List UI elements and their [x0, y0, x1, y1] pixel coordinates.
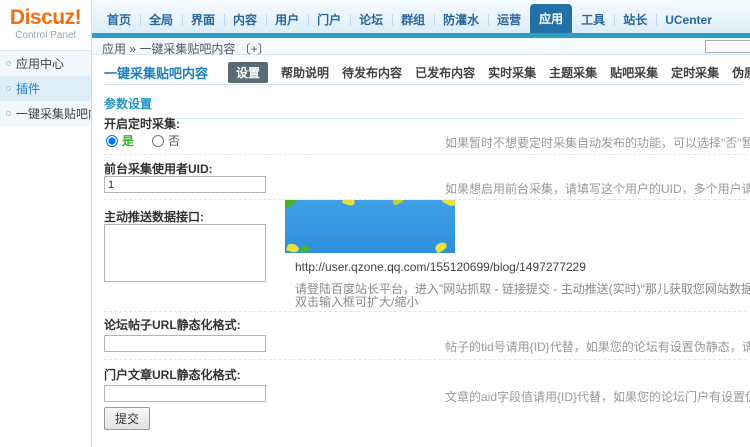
title-row: 一键采集贴吧内容 设置 帮助说明 待发布内容 已发布内容 实时采集 主题采集 贴…	[104, 61, 742, 85]
sidebar-item-label: 一键采集贴吧内容	[16, 105, 91, 122]
tab-bar: 设置 帮助说明 待发布内容 已发布内容 实时采集 主题采集 贴吧采集 定时采集 …	[228, 62, 750, 83]
leaf-icon	[342, 200, 356, 207]
page-title: 一键采集贴吧内容	[104, 63, 208, 82]
field-label: 论坛帖子URL静态化格式:	[104, 316, 241, 333]
sidebar-item-plugins[interactable]: 插件	[0, 76, 91, 101]
sidebar-menu: 应用中心 插件 一键采集贴吧内容	[0, 50, 91, 126]
top-nav: 首页 全局 界面 内容 用户 门户 论坛 群组 防灌水 运营 应用 工具 站长 …	[92, 0, 750, 33]
form-row-uid: 前台采集使用者UID: 如果想启用前台采集，请填写这个用户的UID，多个用户请用…	[104, 155, 746, 200]
nav-item-forum[interactable]: 论坛	[350, 6, 392, 33]
nav-item-antispam[interactable]: 防灌水	[434, 6, 488, 33]
field-label: 门户文章URL静态化格式:	[104, 366, 241, 383]
discuz-admin-page: 首页 全局 界面 内容 用户 门户 论坛 群组 防灌水 运营 应用 工具 站长 …	[0, 0, 750, 447]
leaf-icon	[392, 200, 403, 205]
brand-logo: Discuz!	[0, 7, 91, 28]
radio-yes[interactable]	[106, 135, 118, 147]
tab-settings[interactable]: 设置	[228, 62, 268, 83]
nav-item-ucenter[interactable]: UCenter	[656, 6, 721, 33]
sidebar-item-tieba-collector[interactable]: 一键采集贴吧内容	[0, 101, 91, 126]
nav-item-content[interactable]: 内容	[224, 6, 266, 33]
field-help: 如果暂时不想要定时采集自动发布的功能，可以选择"否"暂停掉。	[445, 134, 750, 151]
search-input[interactable]	[705, 40, 750, 53]
radio-group: 是 否	[106, 132, 180, 149]
sidebar-item-app-center[interactable]: 应用中心	[0, 51, 91, 76]
nav-item-tools[interactable]: 工具	[572, 6, 614, 33]
main-content: 一键采集贴吧内容 设置 帮助说明 待发布内容 已发布内容 实时采集 主题采集 贴…	[92, 55, 750, 447]
tab-pending-content[interactable]: 待发布内容	[342, 64, 402, 81]
tab-realtime-collect[interactable]: 实时采集	[488, 64, 536, 81]
thread-url-input[interactable]	[104, 335, 266, 352]
breadcrumb-bar: 应用 » 一键采集贴吧内容 〔+〕	[92, 38, 750, 55]
push-note-2: 双击输入框可扩大/缩小	[295, 293, 418, 310]
tab-help[interactable]: 帮助说明	[281, 64, 329, 81]
leaf-icon	[442, 200, 455, 208]
form-row-push: 主动推送数据接口: http://user.qzone.qq.com/15512…	[104, 200, 746, 312]
nav-item-group[interactable]: 群组	[392, 6, 434, 33]
bullet-icon	[6, 86, 11, 91]
form-row-thread-url: 论坛帖子URL静态化格式: 帖子的tid号请用{ID}代替，如果您的论坛有设置伪…	[104, 312, 746, 360]
form-row-portal-url: 门户文章URL静态化格式: 文章的aid字段值请用{ID}代替，如果您的论坛门户…	[104, 360, 746, 406]
submit-button[interactable]: 提交	[104, 407, 150, 430]
field-help: 文章的aid字段值请用{ID}代替，如果您的论坛门户有设置伪静态，请设置此项，默…	[445, 388, 750, 405]
nav-item-interface[interactable]: 界面	[182, 6, 224, 33]
brand-subtitle: Control Panel	[0, 30, 91, 41]
field-label: 主动推送数据接口:	[104, 208, 204, 225]
tab-scheduled-collect[interactable]: 定时采集	[671, 64, 719, 81]
radio-yes-label[interactable]: 是	[122, 132, 134, 149]
logo: Discuz! Control Panel	[0, 0, 91, 41]
portal-url-input[interactable]	[104, 385, 266, 402]
field-label: 前台采集使用者UID:	[104, 160, 213, 177]
radio-no[interactable]	[152, 135, 164, 147]
push-example-url[interactable]: http://user.qzone.qq.com/155120699/blog/…	[295, 260, 586, 274]
sidebar-item-label: 插件	[16, 80, 40, 97]
tab-pseudo-original[interactable]: 伪原创	[732, 64, 750, 81]
nav-item-operation[interactable]: 运营	[488, 6, 530, 33]
field-help: 如果想启用前台采集，请填写这个用户的UID，多个用户请用英文逗号分隔，如：1,2…	[445, 180, 750, 197]
field-label: 开启定时采集:	[104, 115, 180, 132]
tab-thread-collect[interactable]: 主题采集	[549, 64, 597, 81]
bullet-icon	[6, 111, 11, 116]
bullet-icon	[6, 61, 11, 66]
promo-banner-image[interactable]	[285, 200, 455, 253]
nav-item-app[interactable]: 应用	[530, 4, 572, 33]
leaf-icon	[299, 244, 310, 253]
push-interface-textarea[interactable]	[104, 224, 266, 282]
leaf-icon	[286, 243, 300, 253]
radio-no-label[interactable]: 否	[168, 132, 180, 149]
sidebar-item-label: 应用中心	[16, 55, 64, 72]
leaf-icon	[434, 241, 448, 253]
nav-item-global[interactable]: 全局	[140, 6, 182, 33]
nav-item-portal[interactable]: 门户	[308, 6, 350, 33]
nav-item-users[interactable]: 用户	[266, 6, 308, 33]
form-row-enable: 开启定时采集: 是 否 如果暂时不想要定时采集自动发布的功能，可以选择"否"暂停…	[104, 113, 746, 155]
nav-item-site[interactable]: 站长	[614, 6, 656, 33]
sidebar: Discuz! Control Panel 应用中心 插件 一键采集贴吧内容	[0, 0, 92, 447]
leaf-icon	[285, 200, 298, 209]
tab-published-content[interactable]: 已发布内容	[415, 64, 475, 81]
tab-tieba-collect[interactable]: 贴吧采集	[610, 64, 658, 81]
uid-input[interactable]	[104, 176, 266, 193]
field-help: 帖子的tid号请用{ID}代替，如果您的论坛有设置伪静态，请设置此项，默认的静态…	[445, 338, 750, 355]
nav-item-home[interactable]: 首页	[98, 6, 140, 33]
